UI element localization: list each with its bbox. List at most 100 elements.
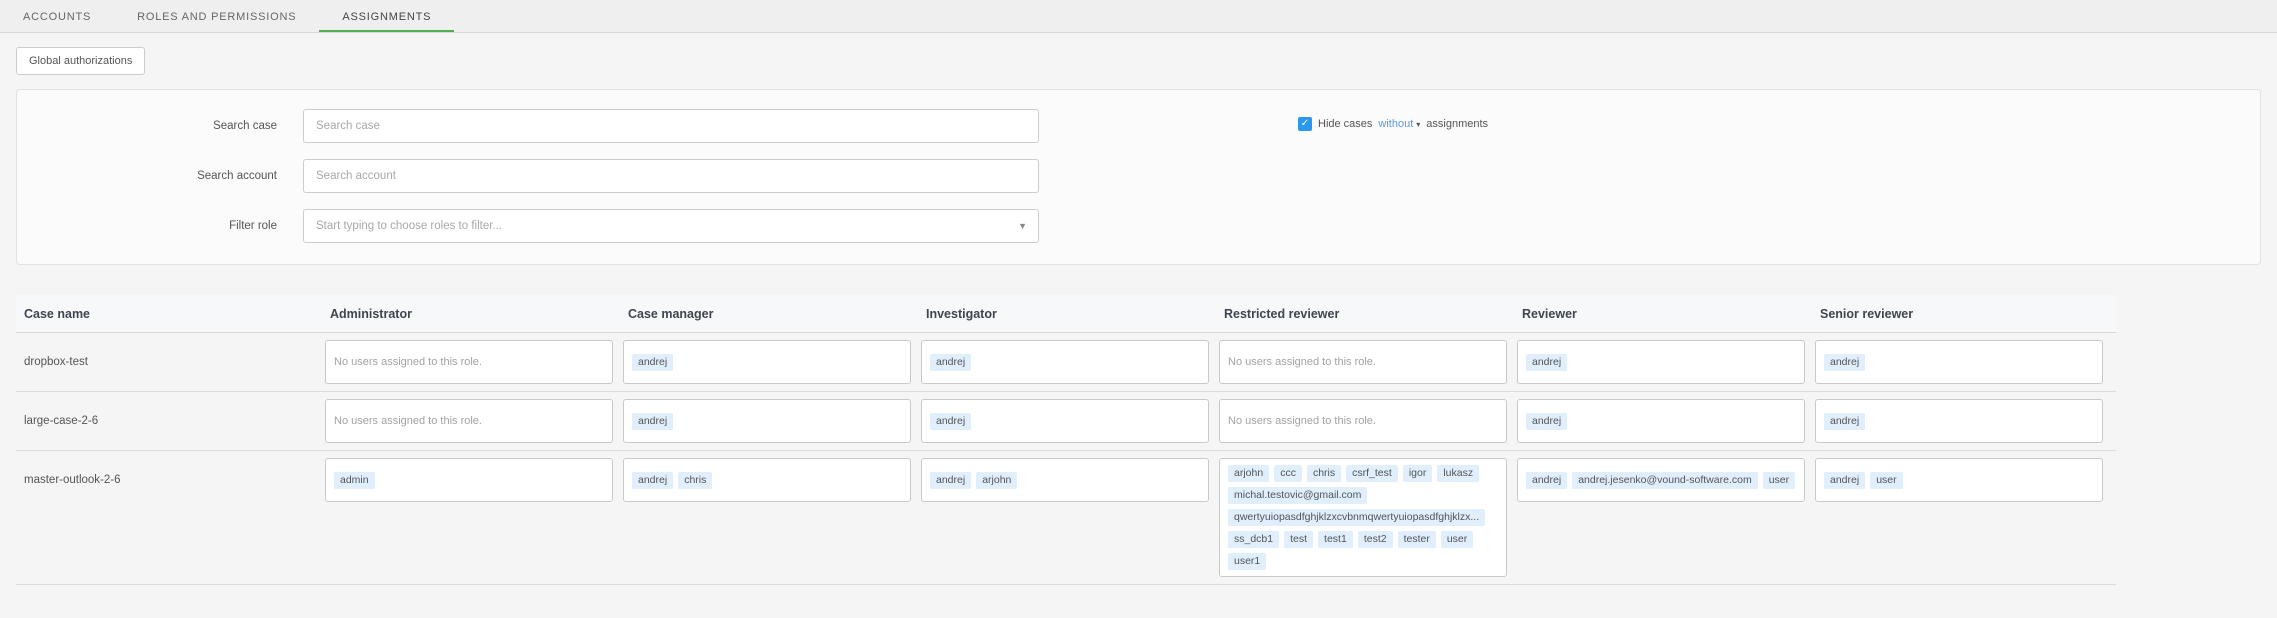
filter-role-input[interactable] [303, 209, 1039, 243]
role-assignment-box-investigator[interactable]: andrej [921, 340, 1209, 384]
role-assignment-box-senior-reviewer[interactable]: andrej [1815, 399, 2103, 443]
user-chip[interactable]: michal.testovic@gmail.com [1228, 487, 1367, 504]
user-chip[interactable]: igor [1403, 465, 1433, 482]
chevron-down-icon: ▾ [1416, 120, 1420, 129]
role-assignment-box-case-manager[interactable]: andrej [623, 340, 911, 384]
tab-roles-and-permissions[interactable]: ROLES AND PERMISSIONS [114, 0, 319, 32]
role-cell-senior-reviewer: andrej [1814, 340, 2112, 384]
role-cell-restricted-reviewer: arjohn ccc chris csrf_test igorlukasz michal.… [1218, 458, 1516, 577]
column-header-investigator: Investigator [920, 307, 1218, 321]
user-chip[interactable]: user [1763, 472, 1795, 489]
hide-cases-mode-value: without [1378, 118, 1413, 130]
role-cell-administrator: No users assigned to this role. [324, 399, 622, 443]
role-assignment-box-investigator[interactable]: andrej [921, 399, 1209, 443]
search-case-label: Search case [17, 120, 277, 132]
filter-role-label: Filter role [17, 220, 277, 232]
user-chip[interactable]: test2 [1358, 531, 1393, 548]
search-account-label: Search account [17, 170, 277, 182]
empty-role-placeholder: No users assigned to this role. [1228, 356, 1376, 368]
column-header-administrator: Administrator [324, 307, 622, 321]
table-row: dropbox-testNo users assigned to this ro… [16, 333, 2116, 392]
case-name: large-case-2-6 [16, 399, 324, 443]
user-chip[interactable]: admin [334, 472, 375, 489]
search-account-input[interactable] [303, 159, 1039, 193]
user-chip[interactable]: test [1284, 531, 1313, 548]
role-cell-reviewer: andrej [1516, 340, 1814, 384]
role-cell-investigator: andrej [920, 399, 1218, 443]
user-chip[interactable]: user [1441, 531, 1473, 548]
search-case-input[interactable] [303, 109, 1039, 143]
table-header: Case name Administrator Case manager Inv… [16, 295, 2116, 333]
user-chip[interactable]: chris [1307, 465, 1341, 482]
role-cell-restricted-reviewer: No users assigned to this role. [1218, 340, 1516, 384]
user-chip[interactable]: andrej [1824, 413, 1865, 430]
hide-cases-mode-dropdown[interactable]: without ▾ [1378, 118, 1420, 130]
role-cell-case-manager: andrej [622, 399, 920, 443]
user-chip[interactable]: user1 [1228, 553, 1266, 570]
column-header-case-manager: Case manager [622, 307, 920, 321]
role-assignment-box-senior-reviewer[interactable]: andrej user [1815, 458, 2103, 502]
role-assignment-box-administrator[interactable]: No users assigned to this role. [325, 340, 613, 384]
case-name: dropbox-test [16, 340, 324, 384]
user-chip[interactable]: csrf_test [1346, 465, 1398, 482]
role-cell-investigator: andrej arjohn [920, 458, 1218, 502]
tab-assignments[interactable]: ASSIGNMENTS [319, 0, 454, 32]
search-account-row: Search account [17, 159, 2260, 193]
user-chip[interactable]: test1 [1318, 531, 1353, 548]
hide-cases-text-prefix: Hide cases [1318, 118, 1372, 130]
role-cell-senior-reviewer: andrej [1814, 399, 2112, 443]
role-cell-case-manager: andrej chris [622, 458, 920, 502]
user-chip[interactable]: ss_dcb1 [1228, 531, 1279, 548]
user-chip[interactable]: andrej [1526, 472, 1567, 489]
user-chip[interactable]: andrej [632, 472, 673, 489]
role-assignment-box-restricted-reviewer[interactable]: No users assigned to this role. [1219, 399, 1507, 443]
role-assignment-box-case-manager[interactable]: andrej chris [623, 458, 911, 502]
role-assignment-box-senior-reviewer[interactable]: andrej [1815, 340, 2103, 384]
role-assignment-box-reviewer[interactable]: andrej [1517, 340, 1805, 384]
user-chip[interactable]: andrej [1824, 354, 1865, 371]
user-chip[interactable]: arjohn [1228, 465, 1269, 482]
user-chip[interactable]: arjohn [976, 472, 1017, 489]
role-assignment-box-restricted-reviewer[interactable]: No users assigned to this role. [1219, 340, 1507, 384]
user-chip[interactable]: lukasz [1437, 465, 1479, 482]
user-chip[interactable]: andrej [930, 354, 971, 371]
user-chip[interactable]: qwertyuiopasdfghjklzxcvbnmqwertyuiopasdf… [1228, 509, 1485, 526]
hide-cases-control: ✓ Hide cases without ▾ assignments [1298, 117, 1488, 131]
role-cell-reviewer: andrej andrej.jesenko@vound-software.com u… [1516, 458, 1814, 502]
user-chip[interactable]: andrej [632, 413, 673, 430]
column-header-senior-reviewer: Senior reviewer [1814, 307, 2112, 321]
hide-cases-checkbox[interactable]: ✓ [1298, 117, 1312, 131]
chevron-down-icon[interactable]: ▼ [1018, 221, 1027, 231]
role-assignment-box-administrator[interactable]: No users assigned to this role. [325, 399, 613, 443]
user-chip[interactable]: andrej.jesenko@vound-software.com [1572, 472, 1758, 489]
tab-accounts[interactable]: ACCOUNTS [0, 0, 114, 32]
role-assignment-box-administrator[interactable]: admin [325, 458, 613, 502]
role-assignment-box-reviewer[interactable]: andrej [1517, 399, 1805, 443]
search-case-row: Search case [17, 109, 2260, 143]
filter-panel: Search case Search account Filter role ▼… [16, 89, 2261, 265]
user-chip[interactable]: andrej [632, 354, 673, 371]
role-assignment-box-reviewer[interactable]: andrej andrej.jesenko@vound-software.com u… [1517, 458, 1805, 502]
assignments-page: ACCOUNTS ROLES AND PERMISSIONS ASSIGNMEN… [0, 0, 2277, 585]
user-chip[interactable]: tester [1398, 531, 1436, 548]
user-chip[interactable]: andrej [1526, 354, 1567, 371]
user-chip[interactable]: ccc [1274, 465, 1302, 482]
role-cell-investigator: andrej [920, 340, 1218, 384]
hide-cases-text-suffix: assignments [1426, 118, 1488, 130]
table-row: large-case-2-6No users assigned to this … [16, 392, 2116, 451]
role-assignment-box-case-manager[interactable]: andrej [623, 399, 911, 443]
user-chip[interactable]: andrej [1824, 472, 1865, 489]
global-authorizations-button[interactable]: Global authorizations [16, 47, 145, 75]
user-chip[interactable]: andrej [930, 413, 971, 430]
user-chip[interactable]: andrej [930, 472, 971, 489]
filter-role-row: Filter role ▼ [17, 209, 2260, 243]
role-assignment-box-investigator[interactable]: andrej arjohn [921, 458, 1209, 502]
role-cell-senior-reviewer: andrej user [1814, 458, 2112, 502]
role-cell-restricted-reviewer: No users assigned to this role. [1218, 399, 1516, 443]
user-chip[interactable]: user [1870, 472, 1902, 489]
user-chip[interactable]: chris [678, 472, 712, 489]
filter-role-select[interactable]: ▼ [303, 209, 1039, 243]
tab-bar: ACCOUNTS ROLES AND PERMISSIONS ASSIGNMEN… [0, 0, 2277, 33]
role-assignment-box-restricted-reviewer[interactable]: arjohn ccc chris csrf_test igorlukasz michal.… [1219, 458, 1507, 577]
user-chip[interactable]: andrej [1526, 413, 1567, 430]
